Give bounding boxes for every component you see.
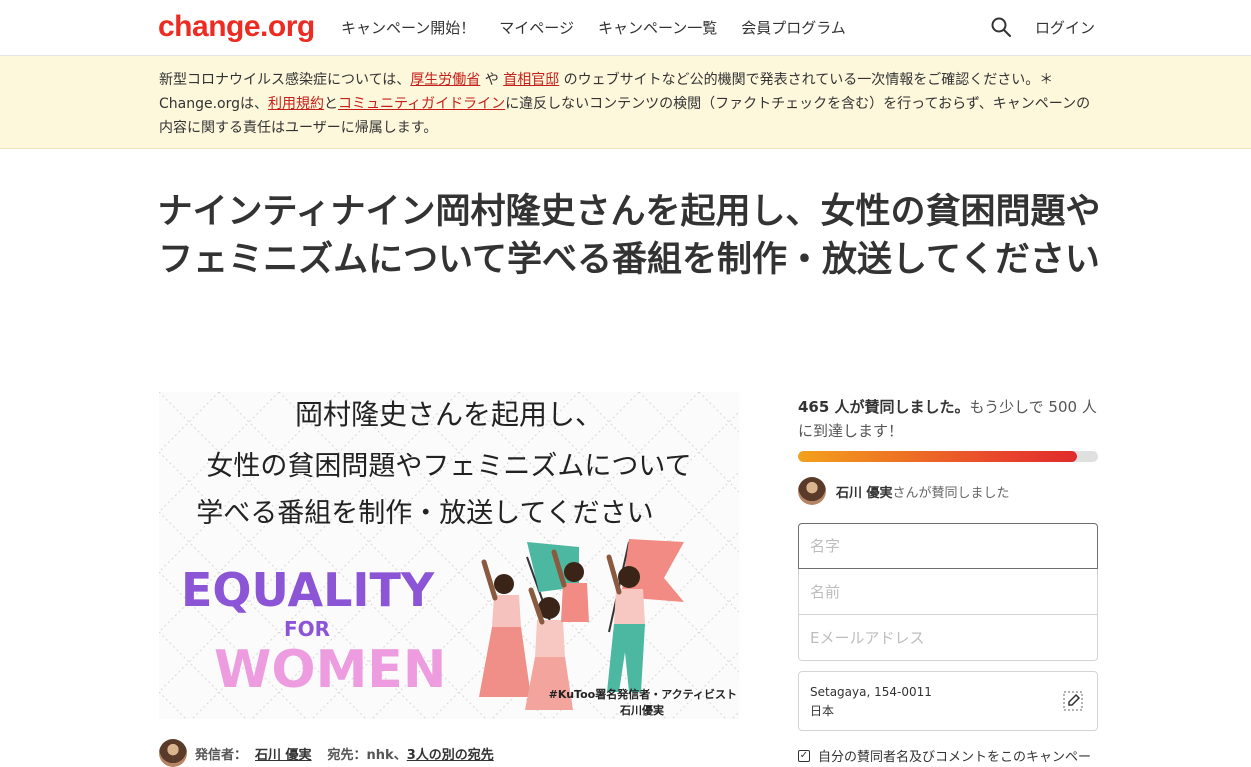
location-box[interactable]: Setagaya, 154-0011 日本 <box>798 671 1098 731</box>
image-credit-2: 石川優実 <box>619 703 664 717</box>
email-input[interactable] <box>798 615 1098 661</box>
nav-campaign-list[interactable]: キャンペーン一覧 <box>598 17 717 38</box>
progress-fill <box>798 451 1077 462</box>
location-country: 日本 <box>810 704 835 718</box>
nav-start-campaign[interactable]: キャンペーン開始！ <box>341 17 475 38</box>
link-kantei[interactable]: 首相官邸 <box>503 72 559 88</box>
consent-label: 自分の賛同者名及びコメントをこのキャンペー <box>818 750 1092 765</box>
first-name-input[interactable] <box>798 569 1098 615</box>
edit-icon[interactable] <box>1063 691 1083 711</box>
signature-progress-bar <box>798 451 1098 462</box>
petition-meta: 発信者： 石川 優実 宛先：nhk、 3人の別の宛先 <box>159 739 494 767</box>
link-community-guidelines[interactable]: コミュニティガイドライン <box>338 96 505 112</box>
petition-image: 岡村隆史さんを起用し、 女性の貧困問題やフェミニズムについて 学べる番組を制作・… <box>159 392 739 719</box>
recent-signer: 石川 優実さんが賛同しました <box>798 477 1010 505</box>
nav-membership[interactable]: 会員プログラム <box>741 17 846 38</box>
link-mhlw[interactable]: 厚生労働省 <box>410 72 480 88</box>
petition-title: ナインティナイン岡村隆史さんを起用し、女性の貧困問題やフェミニズムについて学べる… <box>157 192 1101 280</box>
nav-my-page[interactable]: マイページ <box>499 17 574 38</box>
signature-count: 465 人が賛同しました。もう少しで 500 人に到達します！ <box>798 398 1097 440</box>
women-text: WOMEN <box>214 640 446 700</box>
consent-checkbox[interactable]: ✓ <box>798 749 810 762</box>
search-icon[interactable] <box>990 16 1012 38</box>
recent-signer-avatar <box>798 477 826 505</box>
link-terms[interactable]: 利用規約 <box>268 96 324 112</box>
starter-name-link[interactable]: 石川 優実 <box>255 744 312 763</box>
other-recipients-link[interactable]: 3人の別の宛先 <box>407 744 494 763</box>
main-nav: キャンペーン開始！ マイページ キャンペーン一覧 会員プログラム <box>341 17 846 38</box>
starter-avatar[interactable] <box>159 739 187 767</box>
image-line-2: 女性の貧困問題やフェミニズムについて <box>206 451 691 482</box>
image-line-1: 岡村隆史さんを起用し、 <box>295 398 603 431</box>
image-credit-1: #KuToo署名発信者・アクティビスト <box>549 687 737 701</box>
equality-text: EQUALITY <box>181 563 435 617</box>
last-name-input[interactable] <box>798 523 1098 569</box>
image-line-3: 学べる番組を制作・放送してください <box>196 498 653 529</box>
petition-illustration: 岡村隆史さんを起用し、 女性の貧困問題やフェミニズムについて 学べる番組を制作・… <box>159 392 739 719</box>
display-consent: ✓ 自分の賛同者名及びコメントをこのキャンペー <box>798 746 1091 765</box>
notice-text: 新型コロナウイルス感染症については、厚生労働省 や 首相官邸 のウェブサイトなど… <box>159 72 1091 136</box>
location-city: Setagaya, 154-0011 <box>810 685 932 699</box>
site-header: change.org キャンペーン開始！ マイページ キャンペーン一覧 会員プロ… <box>0 0 1251 56</box>
recipient-label: 宛先：nhk、 <box>327 747 407 763</box>
login-link[interactable]: ログイン <box>1035 17 1095 38</box>
for-text: FOR <box>284 617 330 641</box>
covid-notice-banner: 新型コロナウイルス感染症については、厚生労働省 や 首相官邸 のウェブサイトなど… <box>0 56 1251 149</box>
change-org-logo[interactable]: change.org <box>158 10 315 44</box>
starter-label: 発信者： <box>195 747 248 763</box>
